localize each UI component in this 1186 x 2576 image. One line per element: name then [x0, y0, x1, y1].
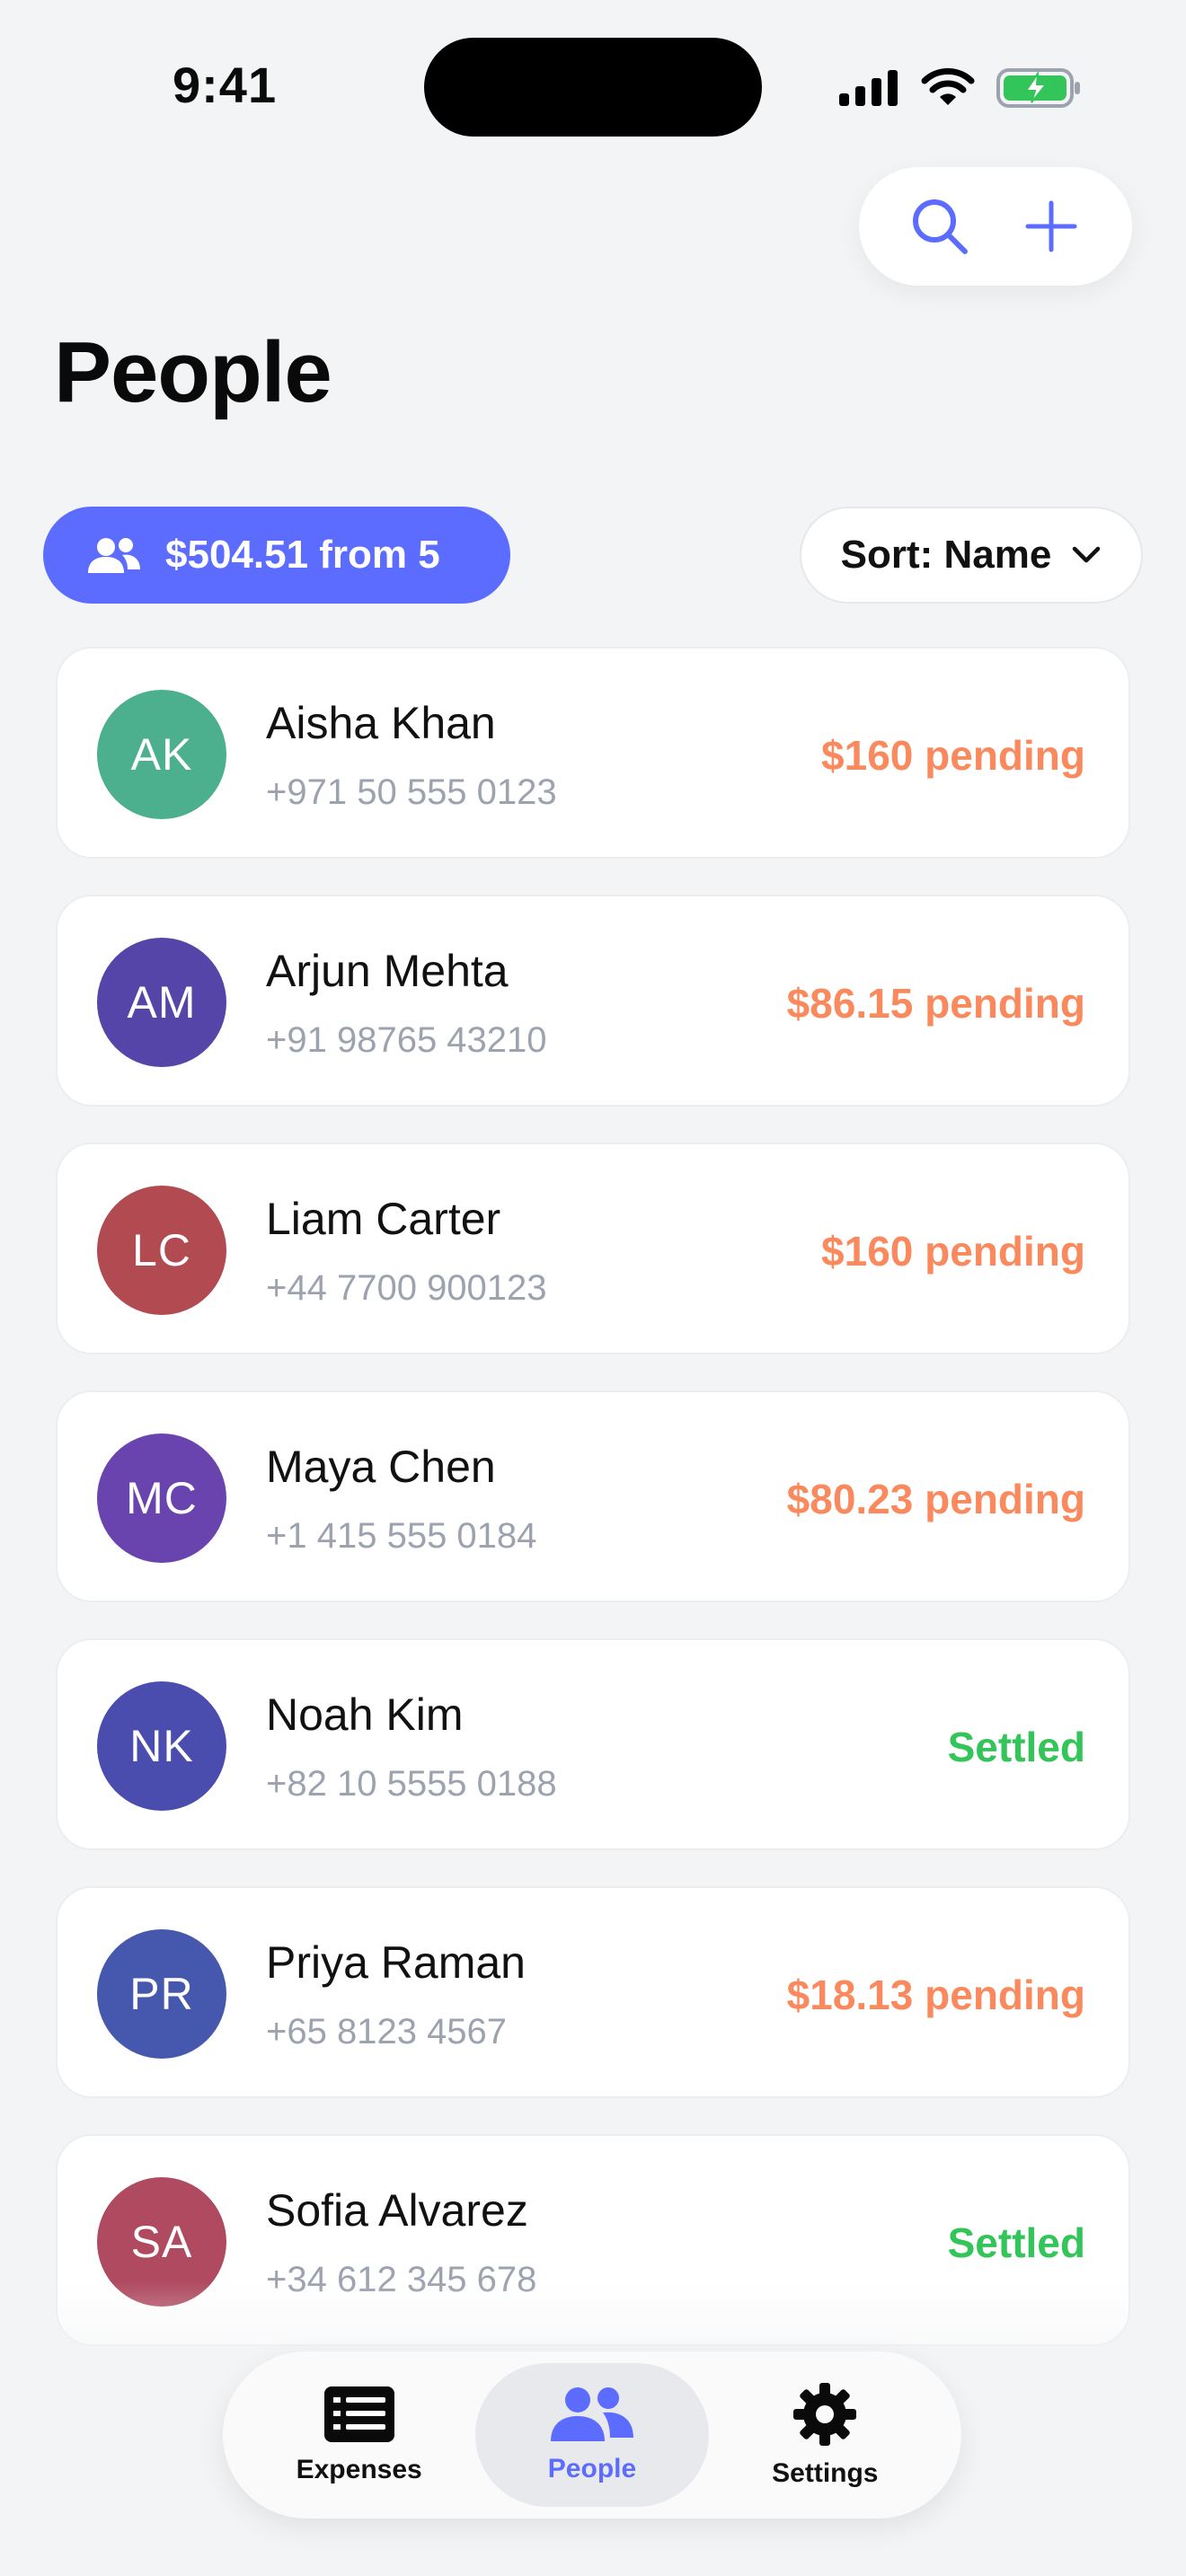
- person-name: Noah Kim: [266, 1689, 464, 1740]
- avatar: AK: [97, 690, 226, 819]
- people-icon: [550, 2387, 633, 2441]
- sort-label: Sort: Name: [840, 533, 1052, 577]
- status-bar: 9:41: [0, 0, 1186, 162]
- search-button[interactable]: [899, 186, 980, 267]
- person-name: Aisha Khan: [266, 698, 496, 748]
- people-list: AK Aisha Khan +971 50 555 0123 $160 pend…: [56, 647, 1130, 2382]
- tab-label: Expenses: [296, 2455, 422, 2484]
- person-phone: +971 50 555 0123: [266, 772, 557, 812]
- avatar: LC: [97, 1186, 226, 1315]
- add-person-button[interactable]: [1011, 186, 1092, 267]
- person-phone: +91 98765 43210: [266, 1020, 547, 1060]
- person-phone: +65 8123 4567: [266, 2012, 508, 2051]
- tab-expenses[interactable]: Expenses: [243, 2363, 475, 2507]
- chevron-down-icon: [1073, 546, 1101, 563]
- balance-status: Settled: [947, 1724, 1085, 1770]
- people-icon: [88, 538, 140, 573]
- battery-icon: [996, 68, 1080, 108]
- gear-icon: [793, 2383, 857, 2446]
- person-name: Liam Carter: [266, 1194, 501, 1244]
- plus-icon: [1025, 200, 1077, 252]
- tab-bar: Expenses People Settings: [223, 2351, 961, 2519]
- person-name: Sofia Alvarez: [266, 2185, 528, 2236]
- tab-people[interactable]: People: [475, 2363, 709, 2507]
- balance-status: $160 pending: [821, 732, 1085, 779]
- tab-label: Settings: [772, 2458, 879, 2488]
- status-time: 9:41: [173, 57, 278, 113]
- person-card-aisha-khan[interactable]: AK Aisha Khan +971 50 555 0123 $160 pend…: [56, 647, 1130, 859]
- wifi-icon: [921, 67, 975, 105]
- balance-summary-chip[interactable]: $504.51 from 5: [43, 507, 510, 604]
- avatar: MC: [97, 1434, 226, 1563]
- balance-status: $18.13 pending: [786, 1972, 1085, 2018]
- person-card-liam-carter[interactable]: LC Liam Carter +44 7700 900123 $160 pend…: [56, 1142, 1130, 1354]
- avatar: NK: [97, 1681, 226, 1811]
- avatar: SA: [97, 2177, 226, 2307]
- balance-status: Settled: [947, 2219, 1085, 2266]
- person-phone: +44 7700 900123: [266, 1268, 547, 1308]
- status-icons: [837, 63, 1082, 113]
- person-phone: +34 612 345 678: [266, 2260, 537, 2299]
- person-card-arjun-mehta[interactable]: AM Arjun Mehta +91 98765 43210 $86.15 pe…: [56, 895, 1130, 1107]
- avatar: AM: [97, 938, 226, 1067]
- sort-button[interactable]: Sort: Name: [800, 507, 1143, 604]
- person-name: Maya Chen: [266, 1442, 496, 1492]
- person-phone: +1 415 555 0184: [266, 1516, 537, 1556]
- search-icon: [913, 199, 968, 254]
- person-name: Priya Raman: [266, 1937, 526, 1988]
- person-card-noah-kim[interactable]: NK Noah Kim +82 10 5555 0188 Settled: [56, 1638, 1130, 1850]
- signal-icon: [839, 70, 898, 106]
- person-phone: +82 10 5555 0188: [266, 1764, 557, 1804]
- avatar: PR: [97, 1929, 226, 2059]
- balance-status: $80.23 pending: [786, 1476, 1085, 1522]
- tab-label: People: [547, 2454, 637, 2483]
- list-icon: [323, 2386, 394, 2442]
- balance-status: $160 pending: [821, 1228, 1085, 1275]
- tab-settings[interactable]: Settings: [709, 2363, 942, 2507]
- balance-status: $86.15 pending: [786, 980, 1085, 1027]
- page-title: People: [54, 324, 332, 420]
- person-card-maya-chen[interactable]: MC Maya Chen +1 415 555 0184 $80.23 pend…: [56, 1390, 1130, 1602]
- person-name: Arjun Mehta: [266, 946, 509, 996]
- person-card-priya-raman[interactable]: PR Priya Raman +65 8123 4567 $18.13 pend…: [56, 1886, 1130, 2098]
- header-actions: [859, 167, 1132, 286]
- dynamic-island: [424, 38, 762, 137]
- summary-label: $504.51 from 5: [165, 533, 440, 577]
- person-card-sofia-alvarez[interactable]: SA Sofia Alvarez +34 612 345 678 Settled: [56, 2134, 1130, 2346]
